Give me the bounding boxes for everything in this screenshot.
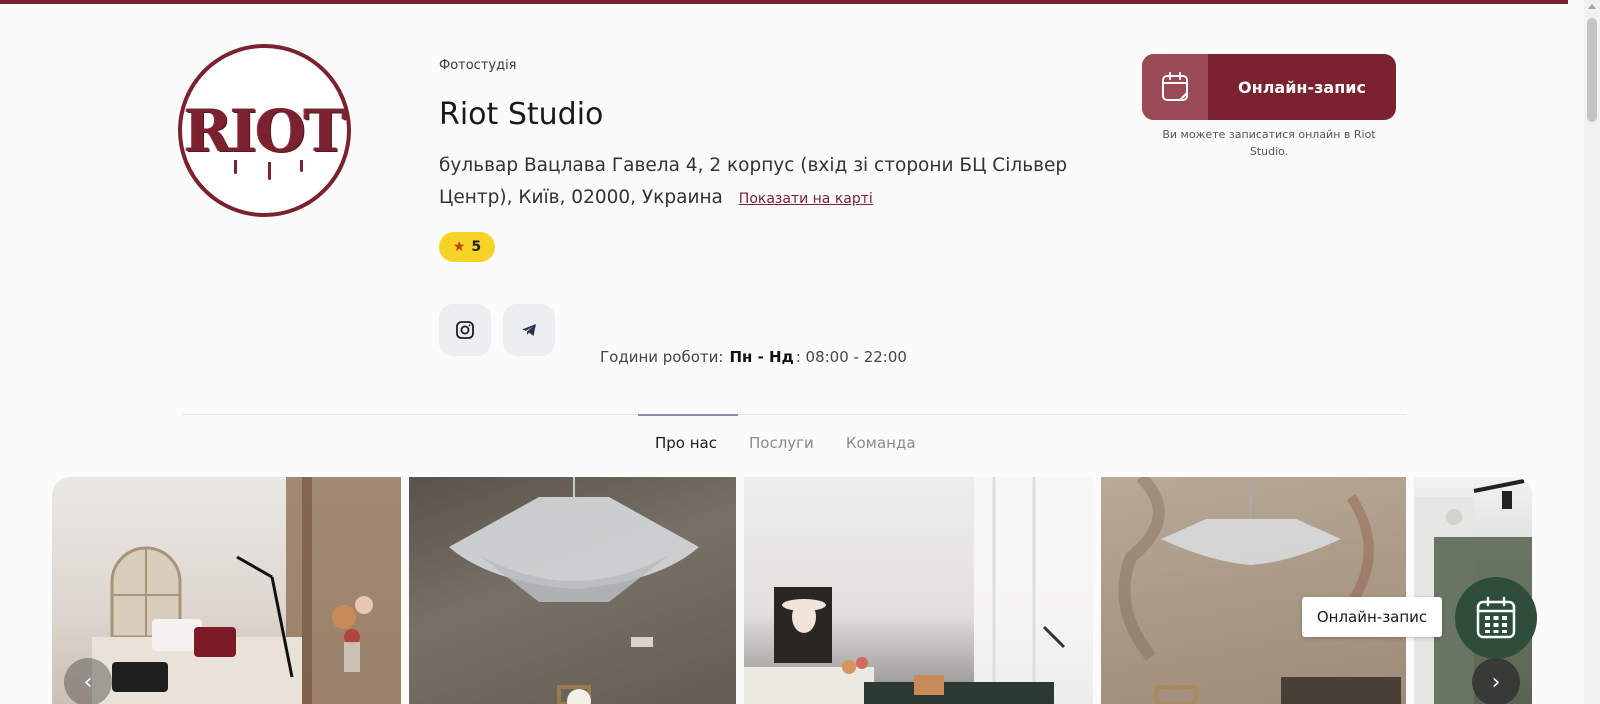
studio-category: Фотостудія — [439, 58, 517, 73]
loft-illustration — [1101, 477, 1406, 704]
gallery-photo-loft[interactable] — [1101, 477, 1406, 704]
calendar-icon — [1162, 72, 1188, 101]
studio-address: бульвар Вацлава Гавела 4, 2 корпус (вхід… — [439, 150, 1079, 215]
online-booking-button[interactable]: Онлайн-запис — [1142, 54, 1396, 120]
scroll-up-icon[interactable] — [1588, 4, 1596, 9]
booking-icon-box — [1142, 54, 1208, 120]
tab-about[interactable]: Про нас — [655, 434, 717, 452]
floating-booking-label[interactable]: Онлайн-запис — [1302, 597, 1442, 637]
booking-note: Ви можете записатися онлайн в Riot Studi… — [1162, 128, 1376, 158]
photo-gallery — [52, 477, 1532, 704]
working-hours: Години роботи: Пн - Нд: 08:00 - 22:00 — [600, 348, 907, 366]
rating-badge: ★ 5 — [439, 232, 495, 262]
telegram-icon — [522, 324, 536, 336]
scrollbar[interactable] — [1584, 0, 1600, 704]
gallery-prev-button[interactable]: ‹ — [64, 658, 112, 704]
chandelier-illustration — [409, 477, 736, 704]
logo-drip — [268, 162, 271, 180]
hours-days: Пн - Нд — [729, 348, 794, 366]
gallery-photo-living-room[interactable] — [744, 477, 1093, 704]
studio-title: Riot Studio — [439, 97, 604, 132]
floating-booking-button[interactable] — [1455, 577, 1537, 659]
tab-team[interactable]: Команда — [846, 434, 916, 452]
show-on-map-link[interactable]: Показати на карті — [739, 191, 873, 207]
logo-text: RIOT — [183, 96, 347, 165]
section-divider — [182, 414, 1406, 415]
logo-drip — [234, 160, 237, 174]
studio-logo: RIOT — [178, 44, 351, 217]
telegram-button[interactable] — [503, 304, 555, 356]
active-tab-indicator — [638, 414, 738, 416]
chevron-left-icon: ‹ — [83, 669, 93, 695]
logo-drip — [300, 160, 303, 172]
instagram-button[interactable] — [439, 304, 491, 356]
living-room-illustration — [744, 477, 1093, 704]
chevron-right-icon: › — [1491, 669, 1501, 695]
calendar-grid-icon — [1476, 596, 1516, 639]
hours-time: : 08:00 - 22:00 — [795, 348, 907, 366]
section-tabs: Про нас Послуги Команда — [655, 434, 916, 452]
instagram-icon — [456, 321, 474, 339]
hours-label: Години роботи: — [600, 348, 724, 366]
top-accent-bar — [0, 0, 1568, 4]
gallery-photo-chandelier[interactable] — [409, 477, 736, 704]
gallery-next-button[interactable]: › — [1472, 658, 1520, 704]
scrollbar-thumb[interactable] — [1587, 18, 1597, 122]
star-icon: ★ — [452, 239, 466, 255]
tab-services[interactable]: Послуги — [749, 434, 814, 452]
booking-button-label: Онлайн-запис — [1238, 77, 1366, 97]
rating-value: 5 — [471, 239, 482, 255]
